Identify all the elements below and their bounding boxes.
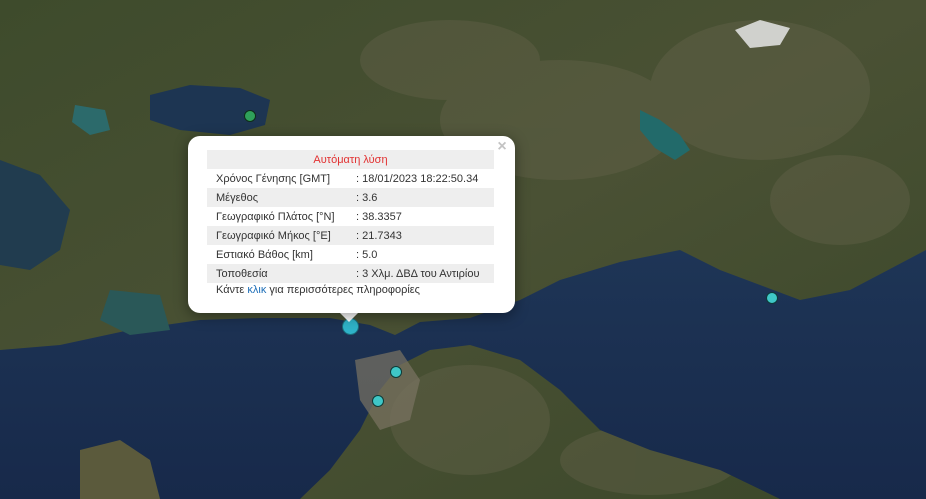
info-label: Γεωγραφικό Μήκος [°E] [207,226,356,245]
footer-suffix: για περισσότερες πληροφορίες [266,284,420,296]
info-label: Γεωγραφικό Πλάτος [°N] [216,210,335,223]
info-label: Εστιακό Βάθος [km] [216,248,313,261]
earthquake-marker[interactable] [372,395,384,407]
info-row: Μέγεθος : 3.6 [207,188,494,207]
close-icon[interactable]: × [495,139,509,155]
info-row: Εστιακό Βάθος [km] : 5.0 [207,245,494,264]
info-value: : 5.0 [356,248,378,261]
popup-title-row: Αυτόματη λύση [207,150,494,169]
popup-footer: Κάντε κλικ για περισσότερες πληροφορίες [216,284,420,296]
info-value: : 21.7343 [356,226,494,245]
info-value: : 38.3357 [356,210,402,223]
info-row: Γεωγραφικό Πλάτος [°N] : 38.3357 [207,207,494,226]
info-value: : 18/01/2023 18:22:50.34 [356,172,479,185]
popup-title: Αυτόματη λύση [207,150,494,169]
earthquake-marker[interactable] [244,110,256,122]
earthquake-marker[interactable] [766,292,778,304]
info-row: Χρόνος Γένησης [GMT] : 18/01/2023 18:22:… [207,169,494,188]
info-row: Τοποθεσία : 3 Χλμ. ΔΒΔ του Αντιρίου [207,264,494,283]
earthquake-popup: × Αυτόματη λύση Χρόνος Γένησης [GMT] : 1… [188,136,515,313]
more-info-link[interactable]: κλικ [247,284,266,296]
info-value: : 3.6 [356,188,494,207]
info-label: Μέγεθος [207,188,356,207]
info-value: : 3 Χλμ. ΔΒΔ του Αντιρίου [356,264,494,283]
info-label: Τοποθεσία [207,264,356,283]
info-row: Γεωγραφικό Μήκος [°E] : 21.7343 [207,226,494,245]
popup-tip [339,312,359,322]
footer-prefix: Κάντε [216,284,248,296]
earthquake-marker[interactable] [390,366,402,378]
popup-info-table: Αυτόματη λύση Χρόνος Γένησης [GMT] : 18/… [207,150,494,283]
info-label: Χρόνος Γένησης [GMT] [216,172,331,185]
